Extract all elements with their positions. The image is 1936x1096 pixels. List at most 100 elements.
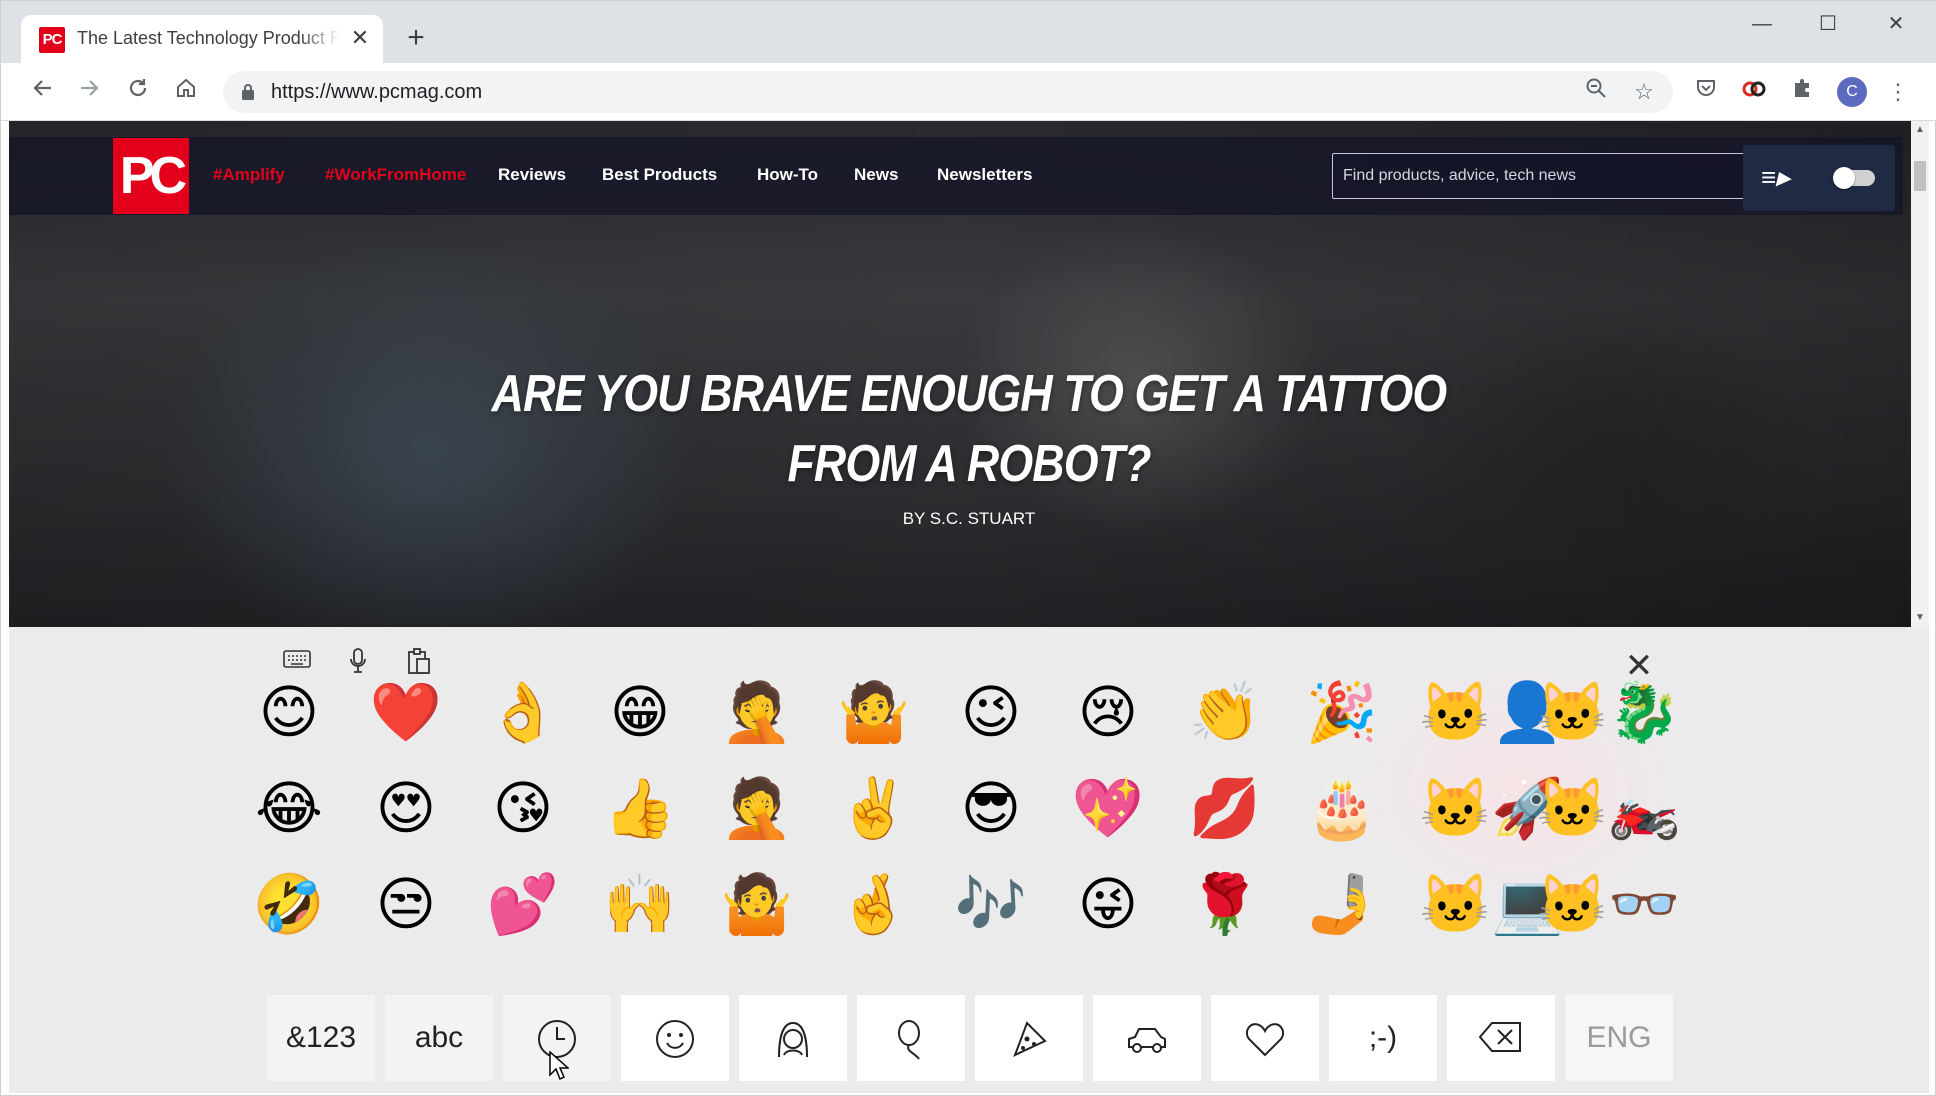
back-icon[interactable] (25, 75, 59, 109)
minimize-button[interactable]: — (1737, 9, 1787, 39)
emoji-key[interactable]: 💋 (1185, 768, 1265, 848)
site-navbar: PC #Amplify #WorkFromHome Reviews Best P… (9, 137, 1903, 215)
emoji-key[interactable]: 😊 (249, 672, 329, 752)
nav-reviews[interactable]: Reviews (498, 165, 566, 185)
bookmark-star-icon[interactable]: ☆ (1629, 77, 1659, 107)
food-emoji-tab[interactable] (975, 995, 1083, 1081)
emoji-key[interactable]: 🤦 (717, 768, 797, 848)
backspace-icon (1478, 1022, 1521, 1052)
emoticon-tab[interactable]: ;-) (1329, 995, 1437, 1081)
headline-line-1[interactable]: Are You Brave Enough to Get a Tattoo (436, 359, 1502, 429)
emoji-key[interactable]: 🎶 (951, 864, 1031, 944)
emoji-key[interactable]: 💖 (1068, 768, 1148, 848)
people-emoji-tab[interactable] (739, 995, 847, 1081)
emoji-key[interactable]: 👌 (483, 672, 563, 752)
zoom-icon[interactable] (1581, 77, 1611, 107)
dark-mode-toggle[interactable] (1833, 167, 1875, 189)
nav-newsletters[interactable]: Newsletters (937, 165, 1032, 185)
letters-key[interactable]: abc (385, 995, 493, 1081)
nav-workfromhome[interactable]: #WorkFromHome (325, 165, 466, 185)
emoji-key[interactable]: 😍 (366, 768, 446, 848)
emoji-key[interactable]: 🤞 (834, 864, 914, 944)
address-bar[interactable]: https://www.pcmag.com ☆ (223, 71, 1673, 113)
balloon-icon (898, 1020, 920, 1060)
emoji-key[interactable]: 🐱‍👓 (1536, 864, 1680, 944)
emoji-key[interactable]: 🐱‍🐉 (1536, 672, 1680, 752)
emoji-key[interactable]: 😢 (1068, 672, 1148, 752)
profile-avatar[interactable]: C (1837, 77, 1867, 107)
emoji-key[interactable]: 😂 (249, 768, 329, 848)
emoji-key[interactable]: ✌️ (834, 768, 914, 848)
browser-tab[interactable]: PC The Latest Technology Product Reviews… (21, 15, 383, 63)
link-extension-icon[interactable] (1739, 77, 1769, 107)
url-text[interactable]: https://www.pcmag.com (271, 81, 482, 104)
language-key[interactable]: ENG (1565, 995, 1673, 1081)
mouse-cursor-icon (549, 1051, 569, 1081)
page-hero: PC #Amplify #WorkFromHome Reviews Best P… (9, 121, 1911, 627)
touch-keyboard: ✕ 😊 ❤️ 👌 😁 🤦 🤷 😉 😢 👏 🎉 🐱‍👤 🐱‍🐉 😂 😍 😘 👍 🤦 ✌️ 😎 💖 💋 🎂 🐱‍🚀 🐱‍🏍 🤣 😒 💕 🙌… (9, 627, 1929, 1093)
emoji-key[interactable]: 🤳 (1302, 864, 1382, 944)
new-tab-button[interactable]: + (401, 23, 431, 53)
backspace-key[interactable] (1447, 995, 1555, 1081)
headline-line-2[interactable]: From a Robot? (436, 429, 1502, 499)
travel-emoji-tab[interactable] (1093, 995, 1201, 1081)
home-icon[interactable] (169, 75, 203, 109)
forward-icon[interactable] (73, 75, 107, 109)
car-icon (1128, 1028, 1166, 1053)
emoji-key[interactable]: 😁 (600, 672, 680, 752)
emoji-key[interactable]: 😜 (1068, 864, 1148, 944)
puzzle-icon[interactable] (1787, 77, 1817, 107)
emoji-key[interactable]: 🤷 (717, 864, 797, 944)
ziff-logo-icon[interactable]: ≡▸ (1761, 163, 1807, 191)
emoji-key[interactable]: 🐱‍🏍 (1536, 768, 1680, 848)
emoji-key[interactable]: 🎉 (1302, 672, 1382, 752)
emoji-key[interactable]: 😘 (483, 768, 563, 848)
emoji-key[interactable]: 🎂 (1302, 768, 1382, 848)
scroll-thumb[interactable] (1914, 161, 1926, 191)
pcmag-favicon-icon: PC (39, 27, 65, 53)
scroll-up-icon[interactable]: ▲ (1915, 125, 1925, 135)
scroll-down-icon[interactable]: ▼ (1915, 613, 1925, 623)
emoji-key[interactable]: 😎 (951, 768, 1031, 848)
heart-icon (1245, 1023, 1285, 1057)
dark-mode-panel: ≡▸ (1743, 145, 1895, 211)
emoji-key[interactable]: 😒 (366, 864, 446, 944)
celebration-emoji-tab[interactable] (857, 995, 965, 1081)
emoji-key[interactable]: 😉 (951, 672, 1031, 752)
page-scrollbar[interactable]: ▲ ▼ (1911, 121, 1929, 627)
emoji-key[interactable]: 👍 (600, 768, 680, 848)
hero-headline[interactable]: Are You Brave Enough to Get a Tattoo Fro… (436, 359, 1502, 499)
tab-strip: PC The Latest Technology Product Reviews… (1, 1, 1936, 63)
nav-best-products[interactable]: Best Products (602, 165, 717, 185)
site-search-box[interactable] (1332, 153, 1792, 199)
emoji-key[interactable]: ❤️ (366, 672, 446, 752)
reload-icon[interactable] (121, 75, 155, 109)
maximize-button[interactable]: ☐ (1803, 9, 1853, 39)
nav-news[interactable]: News (854, 165, 898, 185)
emoji-key[interactable]: 🤷 (834, 672, 914, 752)
symbols-key[interactable]: &123 (267, 995, 375, 1081)
person-icon (778, 1021, 808, 1058)
close-window-button[interactable]: ✕ (1871, 9, 1921, 39)
browser-toolbar: https://www.pcmag.com ☆ C ⋮ (1, 63, 1936, 121)
emoji-key[interactable]: 🐱‍👤 (1419, 672, 1563, 752)
emoji-key[interactable]: 👏 (1185, 672, 1265, 752)
emoji-key[interactable]: 🤣 (249, 864, 329, 944)
pocket-icon[interactable] (1691, 77, 1721, 107)
emoji-key[interactable]: 💕 (483, 864, 563, 944)
menu-kebab-icon[interactable]: ⋮ (1883, 77, 1913, 107)
tab-close-icon[interactable]: ✕ (347, 25, 373, 51)
lock-icon[interactable] (241, 83, 255, 101)
emoji-key[interactable]: 🐱‍💻 (1419, 864, 1563, 944)
nav-how-to[interactable]: How-To (757, 165, 818, 185)
pcmag-logo[interactable]: PC (113, 138, 189, 214)
smileys-emoji-tab[interactable] (621, 995, 729, 1081)
emoji-key[interactable]: 🐱‍🚀 (1419, 768, 1563, 848)
emoji-key[interactable]: 🤦 (717, 672, 797, 752)
site-search-input[interactable] (1343, 164, 1763, 188)
emoji-key[interactable]: 🌹 (1185, 864, 1265, 944)
nav-amplify[interactable]: #Amplify (213, 165, 285, 185)
hero-byline: BY S.C. STUART (902, 509, 1036, 528)
symbols-emoji-tab[interactable] (1211, 995, 1319, 1081)
emoji-key[interactable]: 🙌 (600, 864, 680, 944)
